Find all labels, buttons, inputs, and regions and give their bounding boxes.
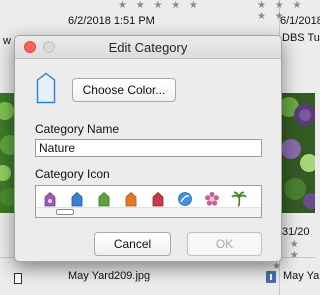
dialog-title: Edit Category xyxy=(108,40,188,55)
orange-tag-icon[interactable] xyxy=(123,191,139,207)
file-type-icon xyxy=(14,271,22,289)
photo-thumbnail[interactable] xyxy=(0,93,14,213)
green-tag-icon[interactable] xyxy=(96,191,112,207)
info-badge-icon xyxy=(266,270,276,288)
file-title: DBS Tur xyxy=(282,32,320,44)
purple-flower-tag-icon[interactable] xyxy=(42,191,58,207)
file-name: May Yard xyxy=(283,270,320,282)
icon-picker-scrollbar[interactable] xyxy=(36,207,261,217)
file-name: May Yard209.jpg xyxy=(68,270,151,282)
dialog-titlebar[interactable]: Edit Category xyxy=(15,36,281,59)
blue-ball-icon[interactable] xyxy=(177,191,193,207)
star-rating[interactable]: ★ ★ ★ ★ ★ xyxy=(118,0,201,11)
photo-thumbnail[interactable] xyxy=(281,93,315,213)
category-name-input[interactable] xyxy=(35,139,262,157)
ok-button[interactable]: OK xyxy=(187,232,262,256)
red-tag-icon[interactable] xyxy=(150,191,166,207)
partial-label: w xyxy=(3,35,11,47)
blue-tag-icon[interactable] xyxy=(69,191,85,207)
category-icon-label: Category Icon xyxy=(35,167,110,181)
pink-flower-icon[interactable] xyxy=(204,191,220,207)
cancel-button[interactable]: Cancel xyxy=(94,232,171,256)
scrollbar-thumb[interactable] xyxy=(56,209,74,215)
category-icon-picker[interactable] xyxy=(35,185,262,218)
file-date: 31/20 xyxy=(282,226,310,238)
file-date: 6/1/2018 xyxy=(280,15,320,27)
edit-category-dialog: Edit Category Choose Color... Category N… xyxy=(14,35,282,262)
category-color-swatch xyxy=(35,72,57,109)
file-date: 6/2/2018 1:51 PM xyxy=(68,15,155,27)
choose-color-button[interactable]: Choose Color... xyxy=(72,78,176,102)
category-name-label: Category Name xyxy=(35,122,120,136)
palm-tree-icon[interactable] xyxy=(231,191,247,207)
